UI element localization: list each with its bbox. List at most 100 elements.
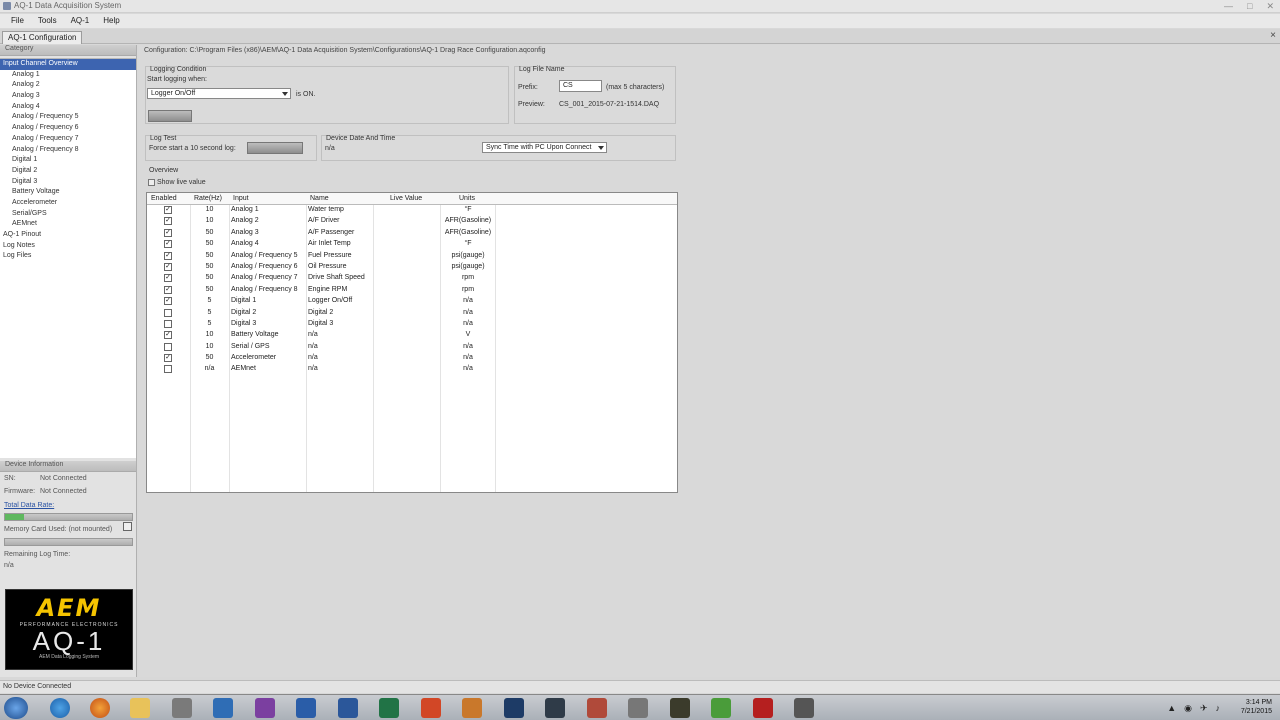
app-oi-icon[interactable] — [794, 698, 814, 718]
enabled-checkbox[interactable]: ✓ — [164, 206, 172, 214]
menu-tools[interactable]: Tools — [31, 14, 64, 28]
play-icon[interactable] — [711, 698, 731, 718]
powerpoint-icon[interactable] — [420, 698, 441, 718]
category-item[interactable]: Serial/GPS — [0, 209, 136, 220]
photoshop-icon[interactable] — [503, 698, 524, 718]
total-data-rate-link[interactable]: Total Data Rate: — [0, 502, 54, 509]
app-stack-icon[interactable] — [462, 698, 482, 718]
sync-time-dropdown[interactable]: Sync Time with PC Upon Connect — [482, 142, 607, 153]
enabled-checkbox[interactable]: ✓ — [164, 297, 172, 306]
col-input[interactable]: Input — [233, 195, 249, 202]
category-item[interactable]: Digital 2 — [0, 166, 136, 177]
tray-clock[interactable]: 3:14 PM 7/21/2015 — [1241, 698, 1272, 716]
start-button[interactable] — [4, 697, 28, 719]
show-live-checkbox[interactable] — [148, 179, 155, 186]
category-item[interactable]: Input Channel Overview — [0, 59, 136, 70]
logging-condition-dropdown[interactable]: Logger On/Off — [147, 88, 291, 99]
category-item[interactable]: Log Files — [0, 251, 136, 262]
prefix-input[interactable]: CS — [559, 80, 602, 92]
enabled-checkbox[interactable] — [164, 319, 172, 328]
close-button[interactable]: ✕ — [1266, 1, 1274, 12]
table-row[interactable]: ✓ 10 Analog 1 Water temp °F — [147, 205, 677, 216]
acrobat-icon[interactable] — [752, 698, 773, 718]
units-cell: °F — [464, 206, 472, 213]
table-row[interactable]: ✓ 10 Analog 2 A/F Driver AFR(Gasoline) — [147, 216, 677, 227]
word-icon[interactable] — [337, 698, 358, 718]
table-row[interactable]: ✓ 50 Analog / Frequency 5 Fuel Pressure psi(… — [147, 251, 677, 262]
scope-icon[interactable] — [669, 698, 690, 718]
category-item[interactable]: Analog / Frequency 7 — [0, 134, 136, 145]
lightroom-icon[interactable] — [545, 698, 565, 718]
enabled-checkbox[interactable]: ✓ — [164, 217, 172, 226]
menu-help[interactable]: Help — [96, 14, 126, 28]
category-item[interactable]: Log Notes — [0, 241, 136, 252]
status-bar: No Device Connected — [0, 680, 1280, 693]
tab-close-icon[interactable]: × — [1270, 30, 1276, 41]
app-n-icon[interactable] — [213, 698, 233, 718]
excel-icon[interactable] — [379, 698, 399, 718]
ie-icon[interactable] — [50, 698, 70, 718]
menu-aq1[interactable]: AQ-1 — [64, 14, 97, 28]
col-rate[interactable]: Rate(Hz) — [194, 195, 222, 202]
enabled-checkbox[interactable]: ✓ — [164, 354, 172, 363]
category-item[interactable]: Battery Voltage — [0, 187, 136, 198]
folder-icon[interactable] — [130, 698, 150, 718]
category-item[interactable]: Digital 1 — [0, 155, 136, 166]
col-name[interactable]: Name — [310, 195, 329, 202]
table-row[interactable]: 10 Serial / GPS n/a n/a — [147, 342, 677, 353]
aq1-app-icon[interactable] — [628, 698, 648, 718]
table-row[interactable]: ✓ 50 Accelerometer n/a n/a — [147, 353, 677, 364]
tab-aq1-configuration[interactable]: AQ-1 Configuration — [2, 31, 83, 44]
category-item[interactable]: AQ-1 Pinout — [0, 230, 136, 241]
category-item[interactable]: AEMnet — [0, 219, 136, 230]
table-row[interactable]: n/a AEMnet n/a n/a — [147, 364, 677, 375]
enabled-checkbox[interactable]: ✓ — [164, 285, 172, 294]
table-row[interactable]: ✓ 50 Analog / Frequency 8 Engine RPM rpm — [147, 285, 677, 296]
enabled-checkbox[interactable] — [164, 365, 172, 374]
enabled-checkbox[interactable]: ✓ — [164, 240, 172, 249]
table-row[interactable]: ✓ 50 Analog / Frequency 6 Oil Pressure psi(g… — [147, 262, 677, 273]
category-item[interactable]: Analog 4 — [0, 102, 136, 113]
table-row[interactable]: ✓ 50 Analog 4 Air Inlet Temp °F — [147, 239, 677, 250]
table-header: Enabled Rate(Hz) Input Name Live Value U… — [147, 193, 677, 205]
enabled-checkbox[interactable]: ✓ — [164, 331, 172, 340]
table-row[interactable]: 5 Digital 2 Digital 2 n/a — [147, 308, 677, 319]
logging-apply-button[interactable] — [148, 110, 192, 122]
onenote-icon[interactable] — [254, 698, 275, 718]
maximize-button[interactable]: □ — [1247, 1, 1252, 12]
app-grid-icon[interactable] — [586, 698, 607, 718]
enabled-checkbox[interactable]: ✓ — [164, 274, 172, 283]
rate-cell: 5 — [207, 308, 212, 316]
app-icon — [3, 2, 11, 10]
table-row[interactable]: ✓ 5 Digital 1 Logger On/Off n/a — [147, 296, 677, 307]
firefox-icon[interactable] — [90, 698, 110, 718]
category-item[interactable]: Analog 3 — [0, 91, 136, 102]
col-live-value[interactable]: Live Value — [390, 195, 422, 202]
menu-file[interactable]: File — [4, 14, 31, 28]
enabled-checkbox[interactable]: ✓ — [164, 228, 172, 237]
category-item[interactable]: Accelerometer — [0, 198, 136, 209]
log-test-button[interactable] — [247, 142, 303, 154]
app-s-icon[interactable] — [296, 698, 316, 718]
category-item[interactable]: Analog / Frequency 6 — [0, 123, 136, 134]
category-item[interactable]: Analog / Frequency 8 — [0, 145, 136, 156]
table-row[interactable]: ✓ 50 Analog 3 A/F Passenger AFR(Gasoline) — [147, 228, 677, 239]
category-item[interactable]: Analog / Frequency 5 — [0, 112, 136, 123]
enabled-checkbox[interactable]: ✓ — [164, 251, 172, 260]
category-item[interactable]: Digital 3 — [0, 177, 136, 188]
device-date-value: n/a — [325, 145, 335, 152]
table-row[interactable]: ✓ 10 Battery Voltage n/a V — [147, 330, 677, 341]
column-divider — [373, 205, 374, 492]
category-item[interactable]: Analog 2 — [0, 80, 136, 91]
category-item[interactable]: Analog 1 — [0, 70, 136, 81]
minimize-button[interactable]: — — [1224, 1, 1233, 12]
table-row[interactable]: ✓ 50 Analog / Frequency 7 Drive Shaft Speed… — [147, 273, 677, 284]
col-enabled[interactable]: Enabled — [151, 195, 177, 202]
logo-subtitle: AEM Data Logging System — [38, 654, 100, 660]
enabled-checkbox[interactable]: ✓ — [164, 262, 172, 271]
media-player-icon[interactable] — [171, 698, 192, 718]
table-row[interactable]: 5 Digital 3 Digital 3 n/a — [147, 319, 677, 330]
enabled-checkbox[interactable] — [164, 342, 172, 351]
col-units[interactable]: Units — [459, 195, 475, 202]
enabled-checkbox[interactable] — [164, 308, 172, 317]
